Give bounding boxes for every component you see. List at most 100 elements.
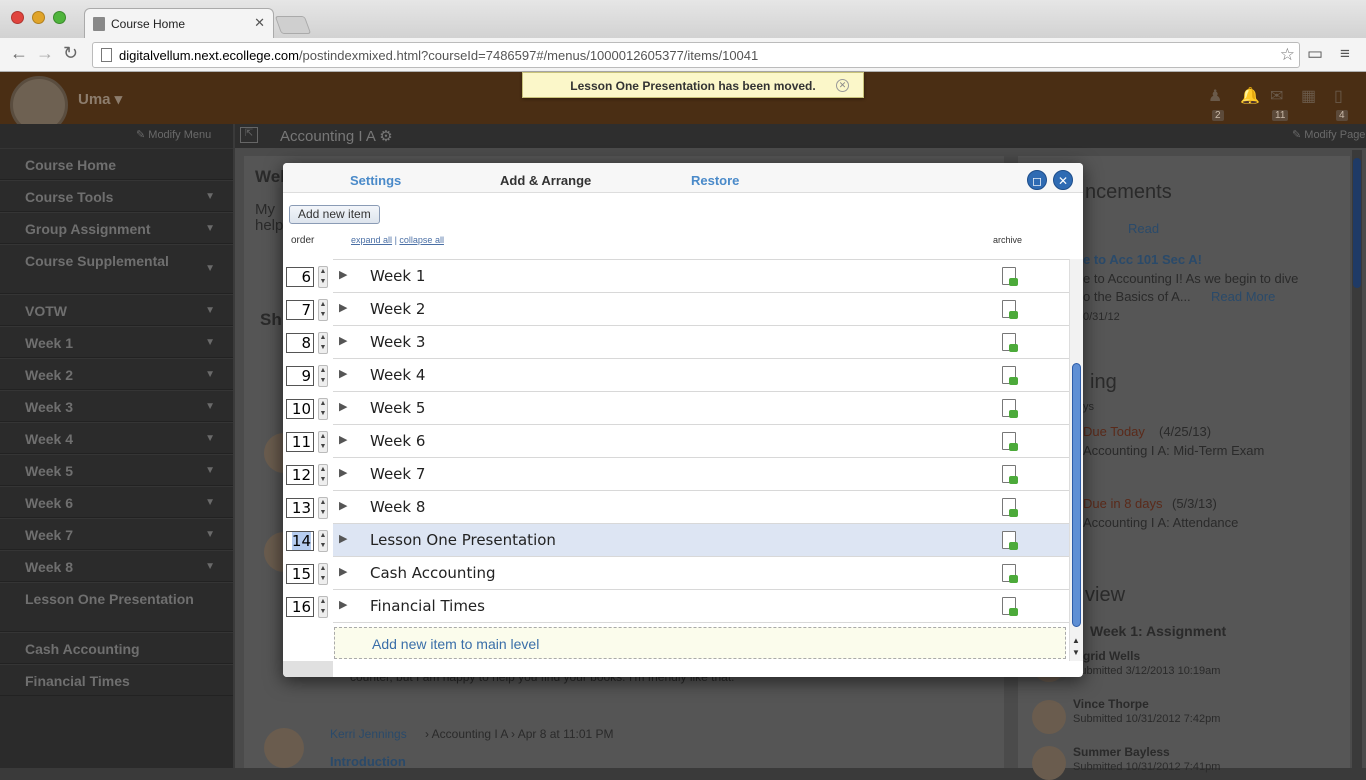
page-scrollbar[interactable] [1352,150,1362,768]
sidebar-item[interactable]: Course Supplemental ▼ [0,244,233,294]
expand-triangle-icon[interactable]: ▶ [339,598,347,611]
sidebar-item[interactable]: Week 1 ▼ [0,326,233,358]
browser-tab[interactable]: Course Home ✕ [84,8,274,38]
new-tab-button[interactable] [274,16,312,34]
close-window-button[interactable] [11,11,24,24]
expand-triangle-icon[interactable]: ▶ [339,433,347,446]
list-item[interactable]: 7 ▲ ▼ ▶ Week 2 [283,293,1069,326]
order-stepper[interactable]: ▲ ▼ [318,398,328,420]
item-label[interactable]: Cash Accounting [370,564,496,582]
order-stepper[interactable]: ▲ ▼ [318,332,328,354]
chevron-down-icon[interactable]: ▼ [205,263,215,274]
sidebar-item[interactable]: VOTW ▼ [0,294,233,326]
menu-icon[interactable]: ≡ [1340,44,1350,64]
list-item[interactable]: 11 ▲ ▼ ▶ Week 6 [283,425,1069,458]
chevron-down-icon[interactable]: ▼ [205,401,215,412]
list-item[interactable]: 8 ▲ ▼ ▶ Week 3 [283,326,1069,359]
archive-icon[interactable] [1002,597,1018,616]
tab-add-arrange[interactable]: Add & Arrange [500,173,591,188]
order-stepper[interactable]: ▲ ▼ [318,563,328,585]
order-input[interactable]: 16 [286,597,314,617]
chevron-down-icon[interactable]: ▼ [205,529,215,540]
order-input[interactable]: 11 [286,432,314,452]
modify-menu-link[interactable]: ✎ Modify Menu [136,128,211,141]
calendar-icon[interactable]: ▦ [1301,86,1316,106]
bookmark-star-icon[interactable]: ☆ [1280,45,1295,65]
expand-triangle-icon[interactable]: ▶ [339,466,347,479]
item-label[interactable]: Week 8 [370,498,425,516]
student-name[interactable]: Summer Bayless [1073,745,1170,759]
read-tab[interactable]: Read [1128,221,1159,236]
forward-arrow-icon[interactable]: → [36,43,54,64]
sidebar-item[interactable]: Week 5 ▼ [0,454,233,486]
scroll-down-arrow-icon[interactable]: ▼ [1072,648,1080,657]
expand-triangle-icon[interactable]: ▶ [339,499,347,512]
sidebar-item[interactable]: Week 6 ▼ [0,486,233,518]
bell-icon[interactable]: 🔔 [1240,86,1260,106]
expand-triangle-icon[interactable]: ▶ [339,532,347,545]
expand-icon[interactable]: ⇱ [240,127,258,143]
list-item[interactable]: 6 ▲ ▼ ▶ Week 1 [283,260,1069,293]
close-dialog-icon[interactable]: ✕ [1053,170,1073,190]
order-stepper[interactable]: ▲ ▼ [318,266,328,288]
archive-icon[interactable] [1002,498,1018,517]
assignment-title[interactable]: Week 1: Assignment [1090,623,1226,639]
scrollbar-thumb[interactable] [1072,363,1081,627]
item-label[interactable]: Financial Times [370,597,485,615]
document-icon[interactable]: ▯ [1334,86,1343,106]
read-more-link[interactable]: Read More [1211,289,1275,304]
address-bar[interactable]: digitalvellum.next.ecollege.com/postinde… [92,42,1300,68]
item-label[interactable]: Lesson One Presentation [370,531,556,549]
chevron-down-icon[interactable]: ▼ [205,497,215,508]
order-input[interactable]: 12 [286,465,314,485]
sidebar-item[interactable]: Course Tools ▼ [0,180,233,212]
archive-icon[interactable] [1002,531,1018,550]
item-label[interactable]: Week 3 [370,333,425,351]
order-input[interactable]: 14 [286,531,314,551]
archive-icon[interactable] [1002,300,1018,319]
close-tab-icon[interactable]: ✕ [254,15,265,31]
archive-icon[interactable] [1002,465,1018,484]
expand-all-link[interactable]: expand all [351,235,392,245]
cast-icon[interactable]: ▭ [1307,44,1323,64]
order-input[interactable]: 15 [286,564,314,584]
archive-icon[interactable] [1002,267,1018,286]
expand-triangle-icon[interactable]: ▶ [339,301,347,314]
student-name[interactable]: grid Wells [1083,649,1140,663]
maximize-dialog-icon[interactable]: ◻ [1027,170,1047,190]
order-input[interactable]: 8 [286,333,314,353]
sidebar-item[interactable]: Week 4 ▼ [0,422,233,454]
chevron-down-icon[interactable]: ▼ [205,223,215,234]
dialog-scrollbar[interactable]: ▲ ▼ [1069,259,1083,661]
order-stepper[interactable]: ▲ ▼ [318,497,328,519]
minimize-window-button[interactable] [32,11,45,24]
modify-page-link[interactable]: ✎ Modify Page [1292,128,1365,141]
chevron-down-icon[interactable]: ▼ [205,465,215,476]
add-new-item-main-level[interactable]: Add new item to main level [334,627,1066,659]
expand-triangle-icon[interactable]: ▶ [339,565,347,578]
tab-restore[interactable]: Restore [691,173,739,188]
chevron-down-icon[interactable]: ▼ [205,191,215,202]
list-item[interactable]: 12 ▲ ▼ ▶ Week 7 [283,458,1069,491]
expand-triangle-icon[interactable]: ▶ [339,334,347,347]
username-menu[interactable]: Uma ▾ [78,90,122,108]
list-item[interactable]: 14 ▲ ▼ ▶ Lesson One Presentation [283,524,1069,557]
sidebar-item[interactable]: Week 3 ▼ [0,390,233,422]
maximize-window-button[interactable] [53,11,66,24]
archive-icon[interactable] [1002,333,1018,352]
chevron-down-icon[interactable]: ▼ [205,433,215,444]
list-item[interactable]: 15 ▲ ▼ ▶ Cash Accounting [283,557,1069,590]
add-new-item-button[interactable]: Add new item [289,205,380,224]
chevron-down-icon[interactable]: ▼ [205,561,215,572]
order-input[interactable]: 10 [286,399,314,419]
exam-item[interactable]: Accounting I A: Mid-Term Exam [1083,443,1264,458]
archive-icon[interactable] [1002,399,1018,418]
list-item[interactable]: 16 ▲ ▼ ▶ Financial Times [283,590,1069,623]
sidebar-item[interactable]: Lesson One Presentation [0,582,233,632]
archive-icon[interactable] [1002,432,1018,451]
back-arrow-icon[interactable]: ← [10,43,28,64]
chevron-down-icon[interactable]: ▼ [205,305,215,316]
sidebar-item[interactable]: Cash Accounting [0,632,233,664]
order-input[interactable]: 6 [286,267,314,287]
sidebar-item[interactable]: Financial Times [0,664,233,696]
